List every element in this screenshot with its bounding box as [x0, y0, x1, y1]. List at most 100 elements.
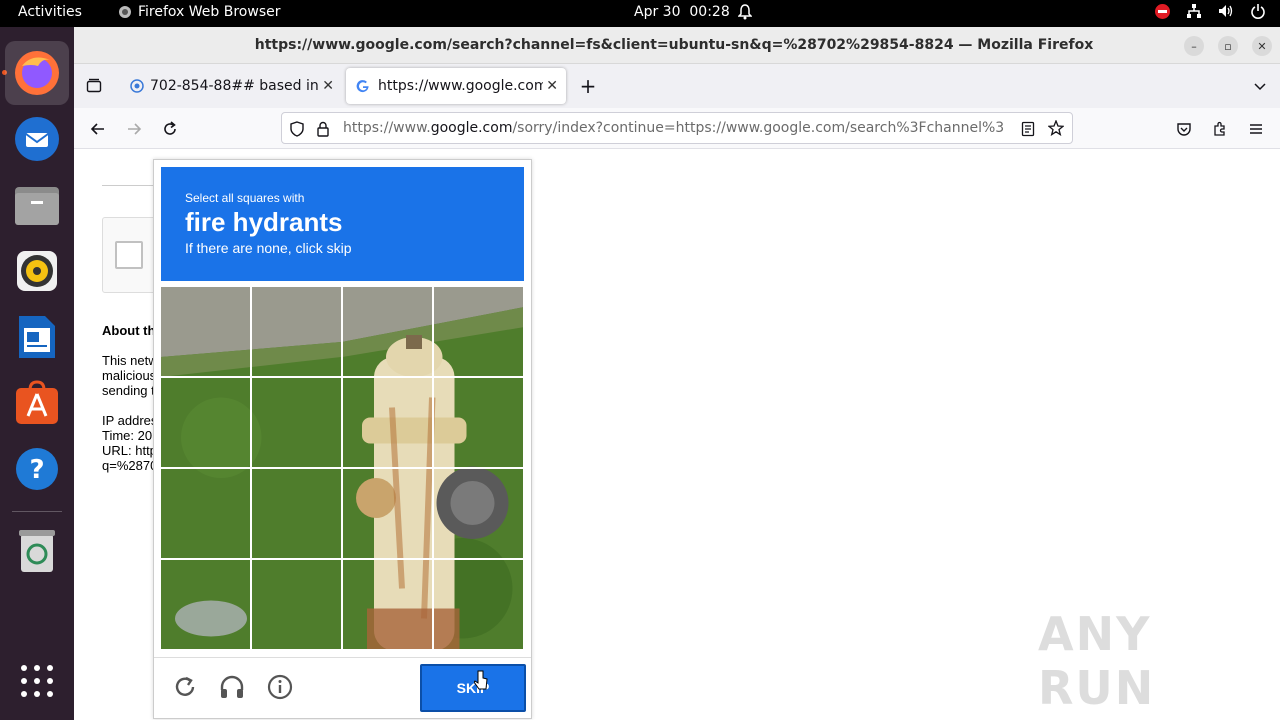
grid-tile[interactable]: [161, 287, 250, 376]
url-text[interactable]: https://www.google.com/sorry/index?conti…: [343, 120, 1011, 136]
tab-label: 702-854-88## based in L: [150, 78, 320, 94]
dock-help[interactable]: ?: [5, 437, 69, 501]
tab-bar: 702-854-88## based in L ✕ https://www.go…: [74, 64, 1280, 108]
firefox-view-button[interactable]: [82, 74, 106, 98]
grid-tile[interactable]: [252, 560, 341, 649]
grid-tile[interactable]: [434, 469, 523, 558]
pocket-button[interactable]: [1172, 117, 1196, 141]
firefox-view-icon: [86, 78, 102, 93]
tile-image: [343, 560, 432, 649]
instruction-subtext: If there are none, click skip: [185, 240, 352, 256]
forward-button[interactable]: [122, 117, 146, 141]
tile-image: [434, 469, 523, 558]
recaptcha-checkbox[interactable]: [115, 241, 143, 269]
url-prefix: https://www.: [343, 120, 431, 136]
pocket-icon: [1177, 123, 1191, 136]
forward-arrow-icon: [128, 123, 142, 135]
dock-thunderbird[interactable]: [5, 107, 69, 171]
close-window-button[interactable]: ✕: [1252, 36, 1272, 56]
grid-tile[interactable]: [161, 469, 250, 558]
grid-tile[interactable]: [161, 378, 250, 467]
back-button[interactable]: [86, 117, 110, 141]
tile-image: [434, 287, 523, 376]
tab-current[interactable]: https://www.google.com ✕: [346, 68, 566, 104]
minimize-button[interactable]: –: [1184, 36, 1204, 56]
skip-button[interactable]: SKIP: [420, 664, 526, 712]
grid-tile[interactable]: [252, 469, 341, 558]
challenge-footer: SKIP: [154, 657, 531, 719]
dock-trash[interactable]: [5, 519, 69, 583]
grid-tile[interactable]: [252, 287, 341, 376]
tile-image: [161, 287, 250, 376]
maximize-button[interactable]: ▫: [1218, 36, 1238, 56]
lock-icon[interactable]: [316, 121, 330, 137]
volume-icon: [1219, 5, 1233, 17]
url-line: URL: http: [102, 443, 157, 458]
dock-app-center[interactable]: [5, 371, 69, 435]
reload-icon: [175, 676, 195, 696]
dock-firefox[interactable]: [5, 41, 69, 105]
grid-tile[interactable]: [343, 560, 432, 649]
close-tab-icon[interactable]: ✕: [546, 78, 558, 94]
tile-image: [252, 469, 341, 558]
tile-image: [252, 287, 341, 376]
url-bar[interactable]: https://www.google.com/sorry/index?conti…: [281, 112, 1073, 144]
system-tray[interactable]: [1155, 3, 1266, 19]
tile-image: [343, 469, 432, 558]
recording-stop-icon[interactable]: [1155, 3, 1170, 19]
chevron-down-icon: [1254, 83, 1266, 91]
list-all-tabs-button[interactable]: [1248, 74, 1272, 98]
headphones-icon: [220, 675, 244, 698]
tracking-protection-shield-icon[interactable]: [290, 121, 304, 137]
dock-libreoffice-writer[interactable]: [5, 305, 69, 369]
tab-previous[interactable]: 702-854-88## based in L ✕: [120, 68, 342, 104]
reload-challenge-button[interactable]: [170, 672, 200, 702]
info-button[interactable]: [265, 672, 295, 702]
dock-show-apps[interactable]: [5, 649, 69, 713]
puzzle-icon: [1214, 121, 1225, 136]
reload-button[interactable]: [158, 117, 182, 141]
tile-image: [434, 560, 523, 649]
dock-rhythmbox[interactable]: [5, 239, 69, 303]
reader-view-icon[interactable]: [1021, 121, 1035, 137]
files-icon: [15, 187, 59, 225]
rhythmbox-icon: [17, 251, 57, 291]
tab-favicon-icon: [130, 79, 144, 93]
dock-files[interactable]: [5, 173, 69, 237]
grid-tile[interactable]: [343, 378, 432, 467]
new-tab-button[interactable]: +: [576, 74, 600, 98]
close-tab-icon[interactable]: ✕: [322, 78, 334, 94]
help-icon: ?: [16, 448, 58, 490]
info-icon: [267, 674, 293, 700]
instruction-text: Select all squares with: [185, 191, 305, 205]
ip-line: IP addres: [102, 413, 157, 428]
notification-bell-icon[interactable]: [737, 4, 753, 24]
time-line: Time: 20: [102, 428, 153, 443]
grid-tile[interactable]: [343, 287, 432, 376]
app-menu-button[interactable]: [1244, 117, 1268, 141]
extensions-button[interactable]: [1208, 117, 1232, 141]
app-menu[interactable]: Firefox Web Browser: [118, 4, 281, 20]
writer-icon: [19, 316, 55, 358]
activities-button[interactable]: Activities: [18, 4, 82, 20]
window-titlebar[interactable]: https://www.google.com/search?channel=fs…: [74, 27, 1280, 64]
body-line: This netw: [102, 353, 157, 368]
grid-tile[interactable]: [434, 560, 523, 649]
grid-tile[interactable]: [434, 378, 523, 467]
challenge-target: fire hydrants: [185, 207, 343, 237]
grid-tile[interactable]: [343, 469, 432, 558]
query-line: q=%2870: [102, 458, 157, 473]
clock[interactable]: Apr 30 00:28: [634, 4, 730, 20]
grid-tile[interactable]: [434, 287, 523, 376]
power-icon: [1251, 4, 1265, 19]
firefox-window: https://www.google.com/search?channel=fs…: [74, 27, 1280, 720]
firefox-small-icon: [119, 6, 131, 18]
app-name-label: Firefox Web Browser: [138, 4, 281, 20]
firefox-icon: [15, 51, 59, 95]
grid-tile[interactable]: [161, 560, 250, 649]
grid-tile[interactable]: [252, 378, 341, 467]
audio-challenge-button[interactable]: [217, 672, 247, 702]
tile-image: [161, 560, 250, 649]
back-arrow-icon: [90, 123, 104, 135]
bookmark-star-icon[interactable]: [1048, 120, 1064, 136]
